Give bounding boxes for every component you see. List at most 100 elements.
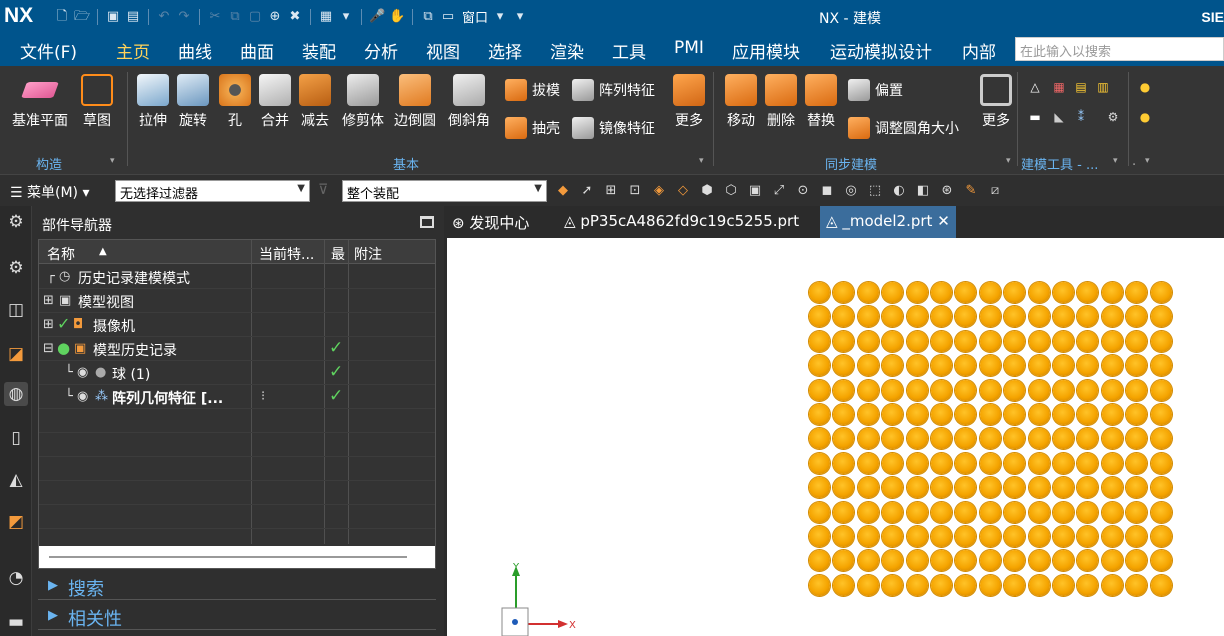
sphere-instance[interactable] [906,355,928,377]
ruler-icon[interactable]: ⧄ [987,183,1003,199]
save-icon[interactable]: ▣ [105,9,121,25]
sphere-instance[interactable] [1150,477,1172,499]
eye-icon[interactable]: ◉ [77,365,88,380]
tab-pmi[interactable]: PMI [674,38,704,58]
sphere-instance[interactable] [1150,501,1172,523]
sphere-instance[interactable] [1101,379,1123,401]
sphere-instance[interactable] [906,477,928,499]
layer-icon[interactable]: ⊛ [939,183,955,199]
sphere-instance[interactable] [1126,574,1148,596]
column-header-comment[interactable]: 附注 [354,244,382,264]
sphere-instance[interactable] [931,379,952,401]
sphere-instance[interactable] [1150,379,1172,401]
gold-parts-icon[interactable]: ● [1138,110,1152,124]
sphere-instance[interactable] [906,428,928,450]
group-expand-icon[interactable]: ▾ [1006,156,1011,166]
tab-applications[interactable]: 应用模块 [732,38,800,63]
delete-icon[interactable]: ✖ [287,9,303,25]
sphere-instance[interactable] [857,526,879,547]
sphere-instance[interactable] [906,526,928,547]
sphere-instance[interactable] [1004,574,1026,596]
web-browser-icon[interactable]: ◭ [4,468,28,492]
chamfer-button[interactable]: 倒斜角 [448,74,490,130]
table-tool-icon[interactable]: ▦ [1052,80,1066,94]
cursor-snap-icon[interactable]: ◇ [675,183,691,199]
sphere-instance[interactable] [857,379,879,401]
system-materials-icon[interactable]: ◔ [4,566,28,590]
touch-mode-icon[interactable]: ✋ [389,9,405,25]
tree-row-sphere[interactable]: └ ◉ ● 球 (1) ✓ [39,361,435,385]
sphere-instance[interactable] [857,574,879,596]
group-expand-icon[interactable]: ▾ [110,156,115,166]
tab-tools[interactable]: 工具 [612,38,646,63]
sphere-instance[interactable] [1150,404,1172,425]
window-menu[interactable]: 窗口 [462,7,488,26]
sphere-instance[interactable] [857,477,879,499]
tab-select[interactable]: 选择 [488,38,522,63]
sphere-instance[interactable] [809,330,830,352]
sphere-instance[interactable] [1028,501,1050,523]
sphere-instance[interactable] [1004,501,1026,523]
sphere-instance[interactable] [809,379,830,401]
tab-analysis[interactable]: 分析 [364,38,398,63]
selection-scope-select[interactable]: 整个装配 ▼ [342,180,547,202]
sphere-instance[interactable] [1004,379,1026,401]
sphere-instance[interactable] [1150,452,1172,474]
display-mode-icon[interactable]: ◧ [915,183,931,199]
paste-icon[interactable]: ▢ [247,9,263,25]
part-navigator-icon[interactable]: ◪ [4,342,28,366]
sphere-instance[interactable] [1150,574,1172,596]
sphere-instance[interactable] [1101,282,1123,303]
column-header-latest[interactable]: 最 [331,244,345,264]
sphere-instance[interactable] [1053,282,1074,303]
tab-file[interactable]: 文件(F) [20,38,77,63]
body-filter-icon[interactable]: ⬢ [699,183,715,199]
sphere-instance[interactable] [906,574,928,596]
sphere-instance[interactable] [1150,550,1172,572]
customize-toolbar-icon[interactable]: ▾ [512,9,528,25]
orient-view-icon[interactable]: ⬚ [867,183,883,199]
sphere-instance[interactable] [1028,428,1050,450]
shaded-icon[interactable]: ◼ [819,183,835,199]
more-basic-button[interactable]: 更多 [673,74,705,130]
tab-part-file[interactable]: ◬ pP35cA4862fd9c19c5255.prt [564,212,799,230]
camera-icon[interactable]: ◐ [891,183,907,199]
sketch-button[interactable]: 草图 [81,74,113,130]
sphere-instance[interactable] [1004,452,1026,474]
sphere-instance[interactable] [906,501,928,523]
replace-face-button[interactable]: 替换 [805,74,837,130]
sphere-instance[interactable] [1053,379,1074,401]
tab-view[interactable]: 视图 [426,38,460,63]
sphere-instance[interactable] [1150,282,1172,303]
snap-icon[interactable]: ⊡ [627,183,643,199]
brush-icon[interactable]: ✎ [963,183,979,199]
sphere-instance[interactable] [857,355,879,377]
sphere-instance[interactable] [931,501,952,523]
sphere-instance[interactable] [1150,330,1172,352]
draft-button[interactable]: 拔模 [505,79,560,101]
save-as-icon[interactable]: ▤ [125,9,141,25]
sphere-instance[interactable] [882,501,904,523]
tab-internal[interactable]: 内部 [962,38,996,63]
sphere-instance[interactable] [882,574,904,596]
sphere-instance[interactable] [979,404,1001,425]
sphere-instance[interactable] [1028,379,1050,401]
sphere-instance[interactable] [979,355,1001,377]
print-icon[interactable]: ▦ [318,9,334,25]
revolve-button[interactable]: 旋转 [177,74,209,130]
roles-icon[interactable]: ▬ [4,610,28,634]
tree-row-model-views[interactable]: ⊞ ▣ 模型视图 [39,289,435,313]
fit-icon[interactable]: ⤢ [771,183,787,199]
tab-model2[interactable]: ◬ _model2.prt ✕ [820,206,956,238]
sphere-instance[interactable] [1077,501,1099,523]
sphere-instance[interactable] [906,330,928,352]
sphere-instance[interactable] [931,574,952,596]
settings-icon[interactable]: ⚙ [4,210,28,234]
tree-row-model-history[interactable]: ⊟ ● ▣ 模型历史记录 ✓ [39,337,435,361]
repeat-command-icon[interactable]: ⊕ [267,9,283,25]
sphere-instance[interactable] [857,282,879,303]
tab-home[interactable]: 主页 [112,38,154,69]
tab-surface[interactable]: 曲面 [240,38,274,63]
sphere-instance[interactable] [1101,574,1123,596]
tab-assembly[interactable]: 装配 [302,38,336,63]
